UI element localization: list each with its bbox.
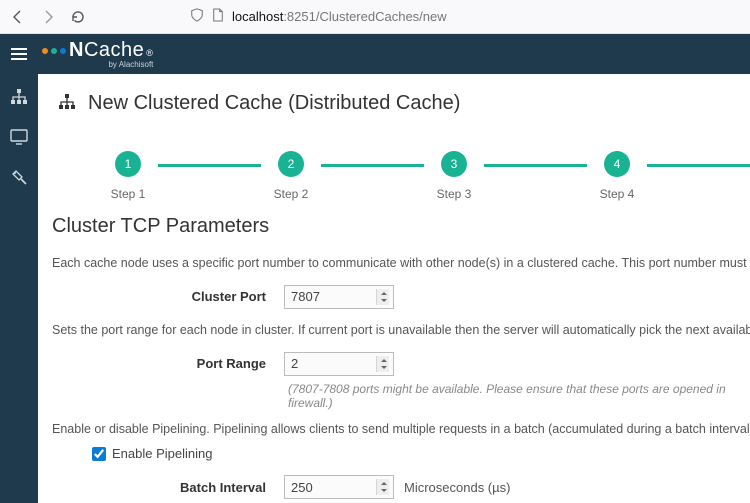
batch-interval-input[interactable]: 250 — [284, 475, 394, 499]
page-title: New Clustered Cache (Distributed Cache) — [88, 92, 460, 115]
cluster-port-label: Cluster Port — [52, 289, 284, 304]
main-content: New Clustered Cache (Distributed Cache) … — [38, 74, 750, 503]
wizard-stepper: 1 Step 1 2 Step 2 3 Step 3 4 Step 4 — [38, 125, 750, 209]
reload-icon[interactable] — [70, 9, 86, 25]
address-bar[interactable]: localhost:8251/ClusteredCaches/new — [100, 8, 740, 25]
browser-toolbar: localhost:8251/ClusteredCaches/new — [0, 0, 750, 34]
tools-nav-icon[interactable] — [10, 168, 28, 186]
step-4[interactable]: 4 Step 4 — [587, 151, 647, 201]
cluster-port-input[interactable]: 7807 — [284, 285, 394, 309]
brand-name: NCache® — [69, 39, 153, 62]
brand-logo[interactable]: NCache® by Alachisoft — [38, 39, 153, 69]
batch-interval-label: Batch Interval — [52, 480, 284, 495]
step-2[interactable]: 2 Step 2 — [261, 151, 321, 201]
menu-toggle-icon[interactable] — [11, 48, 27, 60]
shield-icon — [190, 8, 204, 25]
cluster-port-intro: Each cache node uses a specific port num… — [38, 250, 750, 277]
forward-icon[interactable] — [40, 9, 56, 25]
sitemap-icon — [58, 93, 76, 114]
brand-dots-icon — [42, 48, 66, 54]
sidebar — [0, 74, 38, 503]
port-range-hint: (7807-7808 ports might be available. Ple… — [38, 382, 750, 410]
back-icon[interactable] — [10, 9, 26, 25]
pipelining-intro: Enable or disable Pipelining. Pipelining… — [38, 416, 750, 443]
batch-interval-unit: Microseconds (µs) — [404, 480, 510, 495]
step-1[interactable]: 1 Step 1 — [98, 151, 158, 201]
url-host: localhost — [232, 9, 283, 24]
port-range-intro: Sets the port range for each node in clu… — [38, 317, 750, 344]
monitor-nav-icon[interactable] — [10, 128, 28, 146]
port-range-label: Port Range — [52, 356, 284, 371]
app-header: NCache® by Alachisoft — [0, 34, 750, 74]
url-path: :8251/ClusteredCaches/new — [283, 9, 446, 24]
section-title: Cluster TCP Parameters — [38, 209, 750, 250]
enable-pipelining-checkbox[interactable] — [92, 447, 106, 461]
sitemap-nav-icon[interactable] — [10, 88, 28, 106]
port-range-input[interactable]: 2 — [284, 352, 394, 376]
enable-pipelining-label: Enable Pipelining — [112, 446, 212, 461]
page-icon — [212, 8, 224, 25]
step-3[interactable]: 3 Step 3 — [424, 151, 484, 201]
